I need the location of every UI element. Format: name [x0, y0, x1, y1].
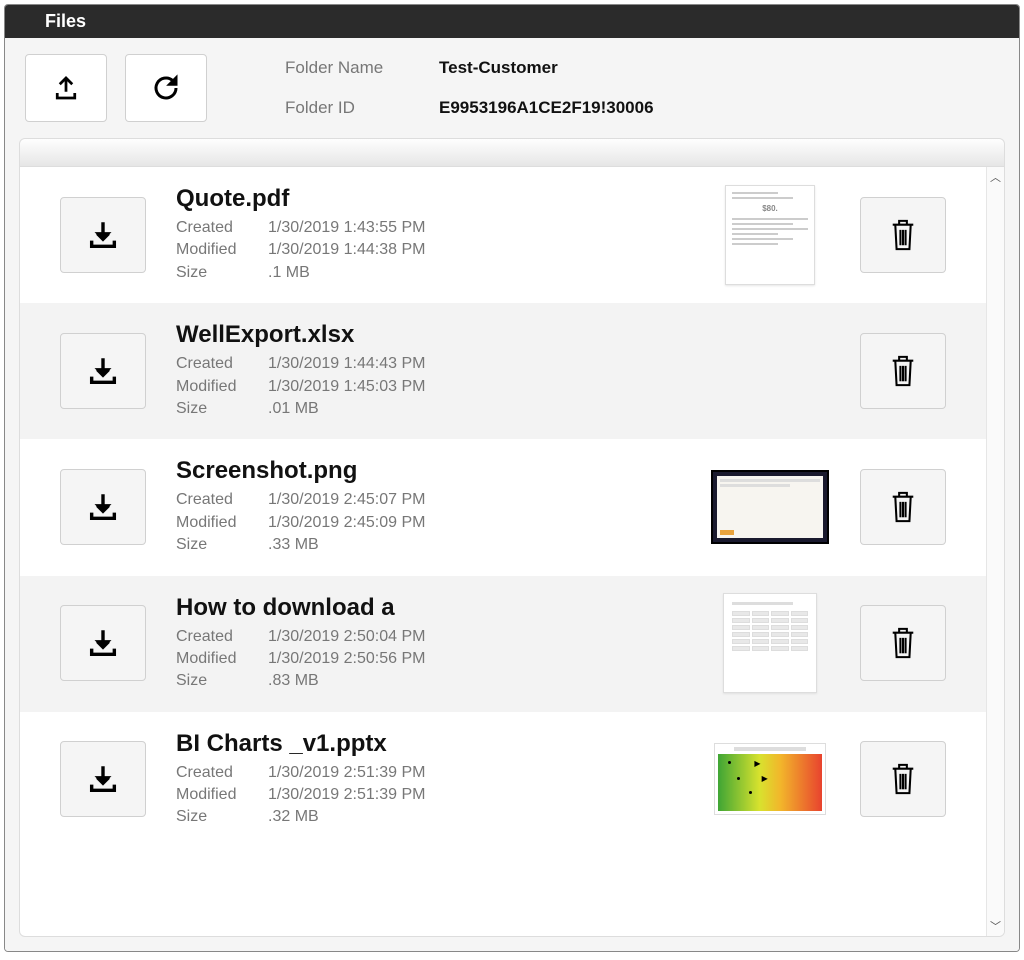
- modified-label: Modified: [176, 648, 256, 670]
- upload-icon: [51, 73, 81, 103]
- file-row: Quote.pdf Created 1/30/2019 1:43:55 PM M…: [20, 167, 986, 303]
- download-button[interactable]: [60, 605, 146, 681]
- modified-value: 1/30/2019 2:51:39 PM: [268, 784, 680, 806]
- thumbnail-slot: [710, 332, 830, 410]
- panel-body: Folder Name Test-Customer Folder ID E995…: [5, 38, 1019, 951]
- file-info: WellExport.xlsx Created 1/30/2019 1:44:4…: [176, 321, 680, 420]
- created-value: 1/30/2019 1:43:55 PM: [268, 217, 680, 239]
- file-name: Quote.pdf: [176, 185, 680, 213]
- download-icon: [86, 218, 120, 252]
- panel-title: Files: [5, 5, 1019, 38]
- created-label: Created: [176, 626, 256, 648]
- trash-icon: [887, 217, 919, 253]
- file-row: Screenshot.png Created 1/30/2019 2:45:07…: [20, 439, 986, 575]
- created-value: 1/30/2019 2:51:39 PM: [268, 762, 680, 784]
- size-label: Size: [176, 806, 256, 828]
- modified-label: Modified: [176, 784, 256, 806]
- scroll-down-icon[interactable]: ﹀: [990, 918, 1001, 934]
- file-thumbnail: ▶ ▶: [714, 743, 826, 815]
- file-name: BI Charts _v1.pptx: [176, 730, 680, 758]
- trash-icon: [887, 761, 919, 797]
- download-button[interactable]: [60, 741, 146, 817]
- delete-button[interactable]: [860, 605, 946, 681]
- size-label: Size: [176, 670, 256, 692]
- folder-meta: Folder Name Test-Customer Folder ID E995…: [285, 58, 654, 118]
- created-value: 1/30/2019 2:50:04 PM: [268, 626, 680, 648]
- size-value: .32 MB: [268, 806, 680, 828]
- delete-button[interactable]: [860, 469, 946, 545]
- file-row: WellExport.xlsx Created 1/30/2019 1:44:4…: [20, 303, 986, 439]
- file-thumbnail: [711, 470, 829, 544]
- file-list-header: [20, 139, 1004, 167]
- folder-id-label: Folder ID: [285, 98, 425, 118]
- file-info: Screenshot.png Created 1/30/2019 2:45:07…: [176, 457, 680, 556]
- modified-label: Modified: [176, 376, 256, 398]
- file-thumbnail: $80.: [725, 185, 815, 285]
- toolbar: Folder Name Test-Customer Folder ID E995…: [5, 38, 1019, 138]
- delete-button[interactable]: [860, 197, 946, 273]
- refresh-button[interactable]: [125, 54, 207, 122]
- size-label: Size: [176, 534, 256, 556]
- modified-value: 1/30/2019 1:45:03 PM: [268, 376, 680, 398]
- download-icon: [86, 626, 120, 660]
- file-info: Quote.pdf Created 1/30/2019 1:43:55 PM M…: [176, 185, 680, 284]
- delete-button[interactable]: [860, 333, 946, 409]
- folder-name-value: Test-Customer: [439, 58, 654, 78]
- size-value: .83 MB: [268, 670, 680, 692]
- scrollbar[interactable]: ︿ ﹀: [986, 167, 1004, 936]
- file-name: WellExport.xlsx: [176, 321, 680, 349]
- folder-id-value: E9953196A1CE2F19!30006: [439, 98, 654, 118]
- modified-value: 1/30/2019 2:50:56 PM: [268, 648, 680, 670]
- created-value: 1/30/2019 2:45:07 PM: [268, 489, 680, 511]
- folder-name-label: Folder Name: [285, 58, 425, 78]
- file-list-panel: Quote.pdf Created 1/30/2019 1:43:55 PM M…: [19, 138, 1005, 937]
- file-row: How to download a Created 1/30/2019 2:50…: [20, 576, 986, 712]
- file-list-body: Quote.pdf Created 1/30/2019 1:43:55 PM M…: [20, 167, 1004, 936]
- download-button[interactable]: [60, 469, 146, 545]
- trash-icon: [887, 489, 919, 525]
- thumbnail-slot: $80.: [710, 196, 830, 274]
- files-panel: Files: [4, 4, 1020, 952]
- created-label: Created: [176, 762, 256, 784]
- file-info: BI Charts _v1.pptx Created 1/30/2019 2:5…: [176, 730, 680, 829]
- size-label: Size: [176, 262, 256, 284]
- thumbnail-slot: [710, 468, 830, 546]
- file-name: How to download a: [176, 594, 680, 622]
- created-label: Created: [176, 489, 256, 511]
- file-list[interactable]: Quote.pdf Created 1/30/2019 1:43:55 PM M…: [20, 167, 986, 936]
- modified-label: Modified: [176, 512, 256, 534]
- download-button[interactable]: [60, 333, 146, 409]
- modified-label: Modified: [176, 239, 256, 261]
- trash-icon: [887, 353, 919, 389]
- upload-button[interactable]: [25, 54, 107, 122]
- thumbnail-slot: ▶ ▶: [710, 740, 830, 818]
- download-icon: [86, 354, 120, 388]
- download-icon: [86, 762, 120, 796]
- scroll-up-icon[interactable]: ︿: [990, 169, 1001, 185]
- file-info: How to download a Created 1/30/2019 2:50…: [176, 594, 680, 693]
- file-thumbnail: [723, 593, 817, 693]
- file-row: BI Charts _v1.pptx Created 1/30/2019 2:5…: [20, 712, 986, 848]
- modified-value: 1/30/2019 2:45:09 PM: [268, 512, 680, 534]
- trash-icon: [887, 625, 919, 661]
- created-value: 1/30/2019 1:44:43 PM: [268, 353, 680, 375]
- size-label: Size: [176, 398, 256, 420]
- thumbnail-slot: [710, 604, 830, 682]
- modified-value: 1/30/2019 1:44:38 PM: [268, 239, 680, 261]
- created-label: Created: [176, 353, 256, 375]
- download-button[interactable]: [60, 197, 146, 273]
- refresh-icon: [151, 73, 181, 103]
- size-value: .1 MB: [268, 262, 680, 284]
- download-icon: [86, 490, 120, 524]
- size-value: .33 MB: [268, 534, 680, 556]
- created-label: Created: [176, 217, 256, 239]
- file-name: Screenshot.png: [176, 457, 680, 485]
- size-value: .01 MB: [268, 398, 680, 420]
- delete-button[interactable]: [860, 741, 946, 817]
